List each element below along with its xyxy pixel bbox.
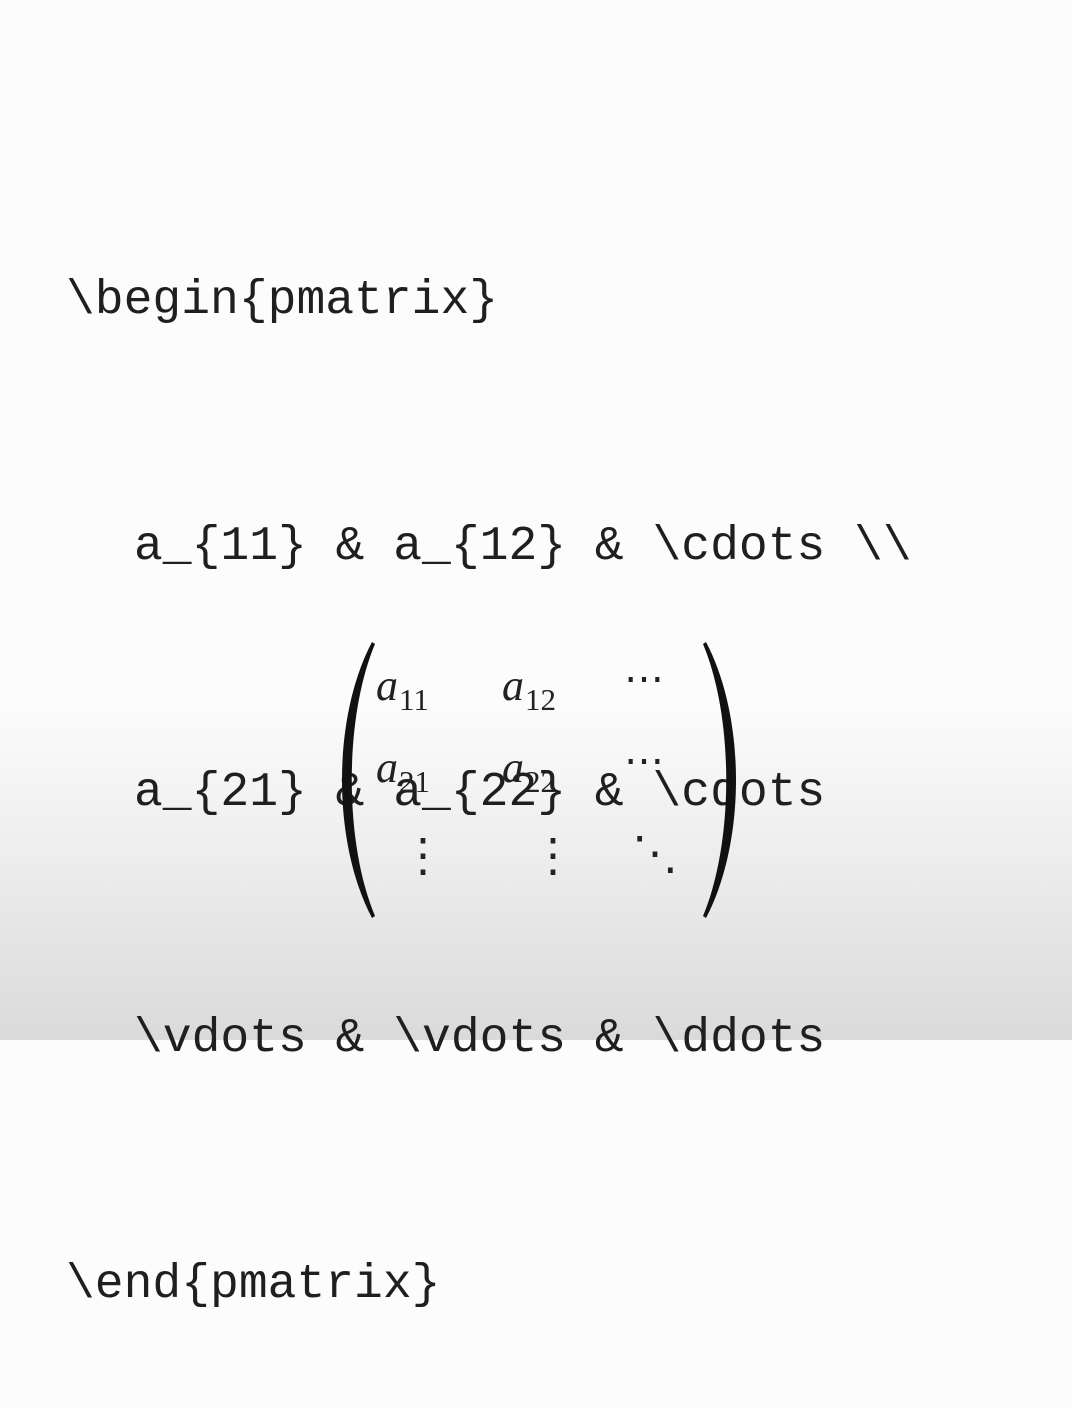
matrix-cell-a11: a11: [376, 661, 429, 718]
matrix-cell-a12: a12: [502, 661, 556, 718]
matrix-cell-ddots: ⋱: [632, 828, 678, 879]
code-line-begin: \begin{pmatrix}: [66, 274, 499, 328]
left-parenthesis: [342, 642, 375, 918]
matrix-cell-a22: a22: [502, 743, 556, 800]
code-line-row-3: \vdots & \vdots & \ddots: [134, 1012, 826, 1066]
matrix-cell-cdots-row2: ⋯: [624, 738, 670, 784]
matrix-cell-vdots-col1: ⋮: [400, 830, 446, 881]
right-parenthesis: [703, 642, 736, 918]
matrix-cell-a21: a21: [376, 743, 430, 800]
rendered-matrix: a11 a12 ⋯ a21 a22 ⋯ ⋮ ⋮ ⋱: [338, 638, 744, 922]
code-line-row-1: a_{11} & a_{12} & \cdots \\: [134, 520, 912, 574]
code-line-end: \end{pmatrix}: [66, 1258, 441, 1312]
matrix-cell-vdots-col2: ⋮: [530, 830, 576, 881]
matrix-cell-cdots-row1: ⋯: [624, 656, 670, 702]
